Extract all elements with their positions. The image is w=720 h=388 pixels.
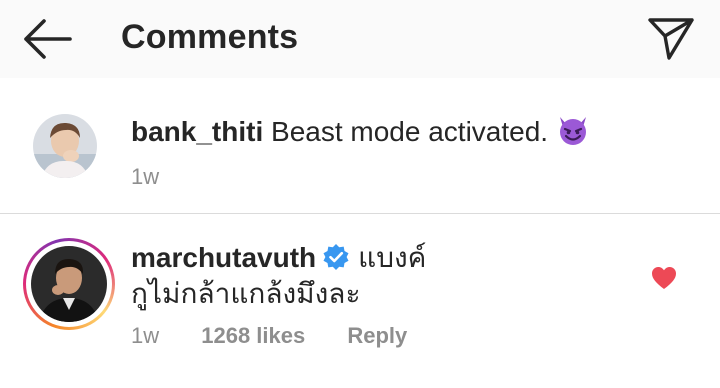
arrow-left-icon <box>24 19 72 59</box>
caption-timestamp: 1w <box>131 164 160 189</box>
post-caption: bank_thiti Beast mode activated. 1w <box>0 78 720 214</box>
heart-filled-icon <box>652 267 676 289</box>
send-button[interactable] <box>644 14 696 62</box>
caption-username[interactable]: bank_thiti <box>131 116 263 147</box>
paper-plane-icon <box>648 18 694 60</box>
profile-photo-image <box>33 114 97 178</box>
header-bar: Comments <box>0 0 720 78</box>
reply-button[interactable]: Reply <box>347 323 407 348</box>
like-button[interactable] <box>651 266 677 290</box>
caption-text: Beast mode activated. <box>271 116 549 147</box>
divider <box>0 213 720 214</box>
comment-mention[interactable]: แบงค์ <box>358 242 426 273</box>
profile-photo-image <box>31 246 107 322</box>
comment-text: กูไม่กล้าแกล้งมึงละ <box>131 278 361 309</box>
smiling-devil-emoji <box>560 117 587 145</box>
avatar[interactable] <box>33 114 97 178</box>
avatar[interactable] <box>31 246 107 322</box>
verified-badge-icon <box>323 244 349 270</box>
comment-likes-count[interactable]: 1268 likes <box>201 323 305 348</box>
caption-line: bank_thiti Beast mode activated. <box>131 113 590 149</box>
page-title: Comments <box>121 18 299 56</box>
comment-timestamp: 1w <box>131 323 160 348</box>
comment-username[interactable]: marchutavuth <box>131 242 316 273</box>
back-button[interactable] <box>20 17 76 61</box>
comment-header-line: marchutavuth แบงค์ <box>131 241 426 275</box>
comment-actions: 1w 1268 likes Reply <box>131 323 407 349</box>
